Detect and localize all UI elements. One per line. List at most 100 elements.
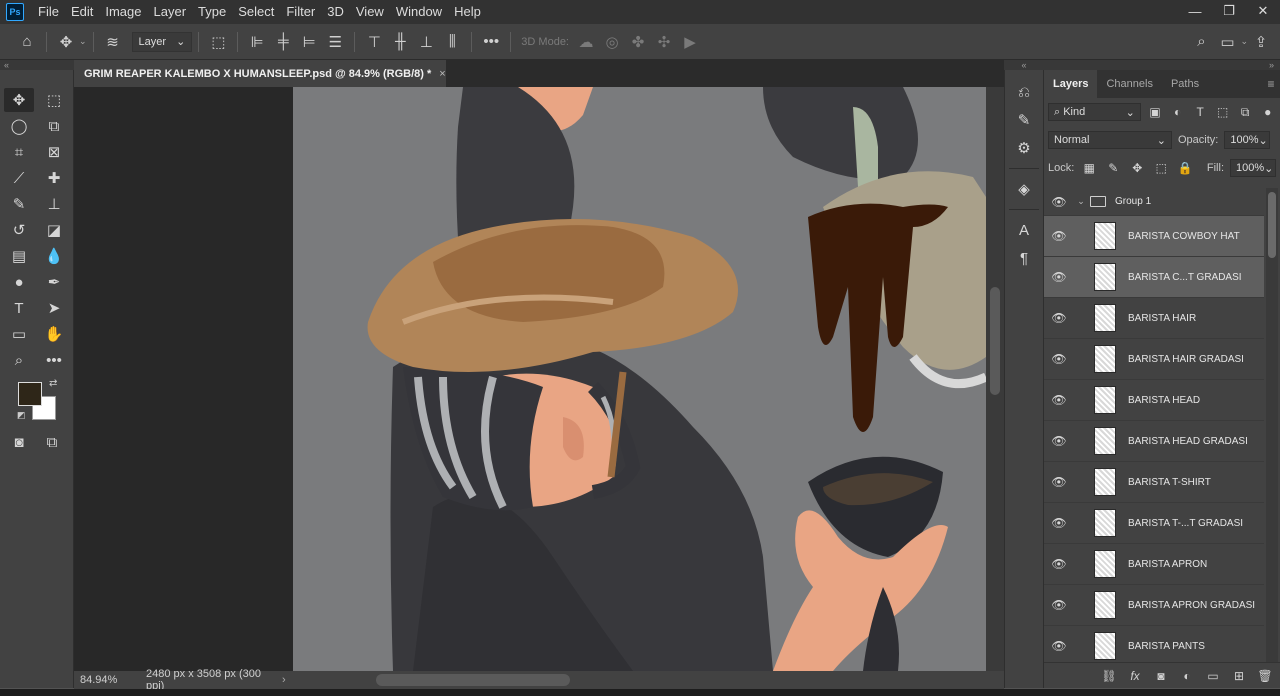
new-layer-icon[interactable]: ⊞	[1230, 669, 1248, 683]
character-panel-icon[interactable]: A	[1005, 216, 1043, 244]
edit-toolbar-icon[interactable]: •••	[39, 348, 69, 372]
visibility-eye-icon[interactable]: 👁	[1044, 475, 1074, 489]
roll-3d-icon[interactable]: ◎	[599, 29, 625, 55]
menu-select[interactable]: Select	[232, 0, 280, 24]
status-menu-arrow[interactable]: ›	[282, 674, 296, 686]
canvas-vertical-scrollbar[interactable]	[986, 87, 1004, 671]
opacity-input[interactable]: 100% ⌄	[1224, 131, 1271, 149]
adjustment-layer-icon[interactable]: ◐	[1178, 669, 1196, 683]
dodge-tool-icon[interactable]: ●	[4, 270, 34, 294]
eraser-tool-icon[interactable]: ◪	[39, 218, 69, 242]
layer-row[interactable]: 👁 BARISTA HAIR GRADASI	[1044, 339, 1264, 380]
new-group-icon[interactable]: ▭	[1204, 669, 1222, 683]
scrollbar-thumb[interactable]	[990, 287, 1000, 395]
filter-smart-object-icon[interactable]: ⧉	[1237, 105, 1254, 120]
chevron-down-icon[interactable]: ⌄	[1074, 196, 1088, 207]
visibility-eye-icon[interactable]: 👁	[1044, 229, 1074, 243]
zoom-level[interactable]: 84.94%	[74, 674, 122, 686]
menu-file[interactable]: File	[32, 0, 65, 24]
scrollbar-thumb[interactable]	[1268, 192, 1276, 258]
layer-row[interactable]: 👁 BARISTA T-...T GRADASI	[1044, 503, 1264, 544]
tab-layers[interactable]: Layers	[1044, 70, 1098, 98]
clone-stamp-tool-icon[interactable]: ⊥	[39, 192, 69, 216]
distribute-v-icon[interactable]: ⫼	[439, 29, 465, 55]
auto-select-layers-icon[interactable]: ≋	[100, 29, 126, 55]
minimize-button[interactable]: —	[1178, 0, 1212, 22]
filter-pixel-icon[interactable]: ▣	[1147, 105, 1164, 119]
layer-row[interactable]: 👁 BARISTA T-SHIRT	[1044, 462, 1264, 503]
canvas[interactable]	[293, 87, 986, 671]
zoom-tool-icon[interactable]: ⌕	[4, 348, 34, 372]
link-layers-icon[interactable]: ⛓	[1100, 669, 1118, 683]
search-icon[interactable]: ⌕	[1188, 29, 1214, 55]
visibility-eye-icon[interactable]: 👁	[1044, 516, 1074, 530]
menu-edit[interactable]: Edit	[65, 0, 99, 24]
type-tool-icon[interactable]: T	[4, 296, 34, 320]
strip-collapse-toggle[interactable]: «	[1004, 60, 1044, 70]
home-icon[interactable]: ⌂	[14, 29, 40, 55]
panel-collapse-toggle[interactable]: »	[1044, 60, 1280, 70]
layer-row[interactable]: 👁 BARISTA COWBOY HAT	[1044, 216, 1264, 257]
menu-help[interactable]: Help	[448, 0, 487, 24]
layer-row[interactable]: 👁 BARISTA APRON GRADASI	[1044, 585, 1264, 626]
filter-toggle-icon[interactable]: ●	[1259, 105, 1276, 119]
layer-row[interactable]: 👁 BARISTA PANTS	[1044, 626, 1264, 662]
pasteboard[interactable]	[74, 87, 986, 671]
transform-controls-icon[interactable]: ⬚	[205, 29, 231, 55]
layer-group-row[interactable]: 👁 ⌄ Group 1	[1044, 188, 1264, 216]
toolbar-collapse-strip[interactable]: «	[0, 60, 74, 70]
add-mask-icon[interactable]: ◙	[1152, 669, 1170, 683]
layer-row[interactable]: 👁 BARISTA HEAD	[1044, 380, 1264, 421]
eyedropper-tool-icon[interactable]: ⟋	[4, 166, 34, 190]
filter-kind-dropdown[interactable]: ⌕ Kind ⌄	[1048, 103, 1141, 121]
drag-3d-icon[interactable]: ✤	[625, 29, 651, 55]
align-top-icon[interactable]: ⊤	[361, 29, 387, 55]
filter-type-icon[interactable]: T	[1192, 105, 1209, 119]
orbit-3d-icon[interactable]: ☁	[573, 29, 599, 55]
canvas-horizontal-scrollbar-thumb[interactable]	[376, 674, 570, 686]
auto-select-dropdown[interactable]: Layer ⌄	[131, 31, 193, 52]
hand-tool-icon[interactable]: ✋	[39, 322, 69, 346]
visibility-eye-icon[interactable]: 👁	[1044, 352, 1074, 366]
layer-row[interactable]: 👁 BARISTA C...T GRADASI	[1044, 257, 1264, 298]
lasso-tool-icon[interactable]: ◯	[4, 114, 34, 138]
visibility-eye-icon[interactable]: 👁	[1044, 557, 1074, 571]
history-brush-tool-icon[interactable]: ↺	[4, 218, 34, 242]
move-tool-preset-icon[interactable]: ✥	[53, 29, 79, 55]
visibility-eye-icon[interactable]: 👁	[1044, 393, 1074, 407]
camera-3d-icon[interactable]: ▶	[677, 29, 703, 55]
path-select-tool-icon[interactable]: ➤	[39, 296, 69, 320]
align-middle-icon[interactable]: ╫	[387, 29, 413, 55]
visibility-eye-icon[interactable]: 👁	[1044, 195, 1074, 209]
visibility-eye-icon[interactable]: 👁	[1044, 311, 1074, 325]
layers-scrollbar[interactable]	[1266, 188, 1278, 662]
lock-artboard-icon[interactable]: ⬚	[1152, 161, 1170, 175]
close-document-icon[interactable]: ×	[439, 68, 445, 80]
layer-row[interactable]: 👁 BARISTA HEAD GRADASI	[1044, 421, 1264, 462]
filter-adjustment-icon[interactable]: ◐	[1169, 105, 1186, 119]
fill-input[interactable]: 100% ⌄	[1230, 159, 1276, 177]
object-select-tool-icon[interactable]: ⧉	[39, 114, 69, 138]
delete-layer-icon[interactable]: 🗑	[1256, 669, 1274, 683]
paragraph-panel-icon[interactable]: ¶	[1005, 244, 1043, 272]
align-left-icon[interactable]: ⊫	[244, 29, 270, 55]
brush-tool-icon[interactable]: ✎	[4, 192, 34, 216]
visibility-eye-icon[interactable]: 👁	[1044, 270, 1074, 284]
restore-button[interactable]: ❐	[1212, 0, 1246, 22]
gradient-tool-icon[interactable]: ▤	[4, 244, 34, 268]
layer-row[interactable]: 👁 BARISTA HAIR	[1044, 298, 1264, 339]
history-panel-icon[interactable]: ⎌	[1005, 78, 1043, 106]
filter-shape-icon[interactable]: ⬚	[1214, 105, 1231, 119]
document-tab[interactable]: GRIM REAPER KALEMBO X HUMANSLEEP.psd @ 8…	[74, 60, 446, 87]
menu-window[interactable]: Window	[390, 0, 448, 24]
lock-position-icon[interactable]: ✥	[1128, 161, 1146, 175]
tab-channels[interactable]: Channels	[1097, 70, 1161, 98]
visibility-eye-icon[interactable]: 👁	[1044, 434, 1074, 448]
healing-brush-tool-icon[interactable]: ✚	[39, 166, 69, 190]
layer-style-fx-icon[interactable]: fx	[1126, 669, 1144, 683]
move-tool-icon[interactable]: ✥	[4, 88, 34, 112]
rect-marquee-tool-icon[interactable]: ⬚	[39, 88, 69, 112]
chevron-down-icon[interactable]: ⌄	[79, 36, 87, 47]
quick-mask-icon[interactable]: ◙	[4, 430, 34, 454]
lock-all-icon[interactable]: 🔒	[1176, 161, 1194, 175]
